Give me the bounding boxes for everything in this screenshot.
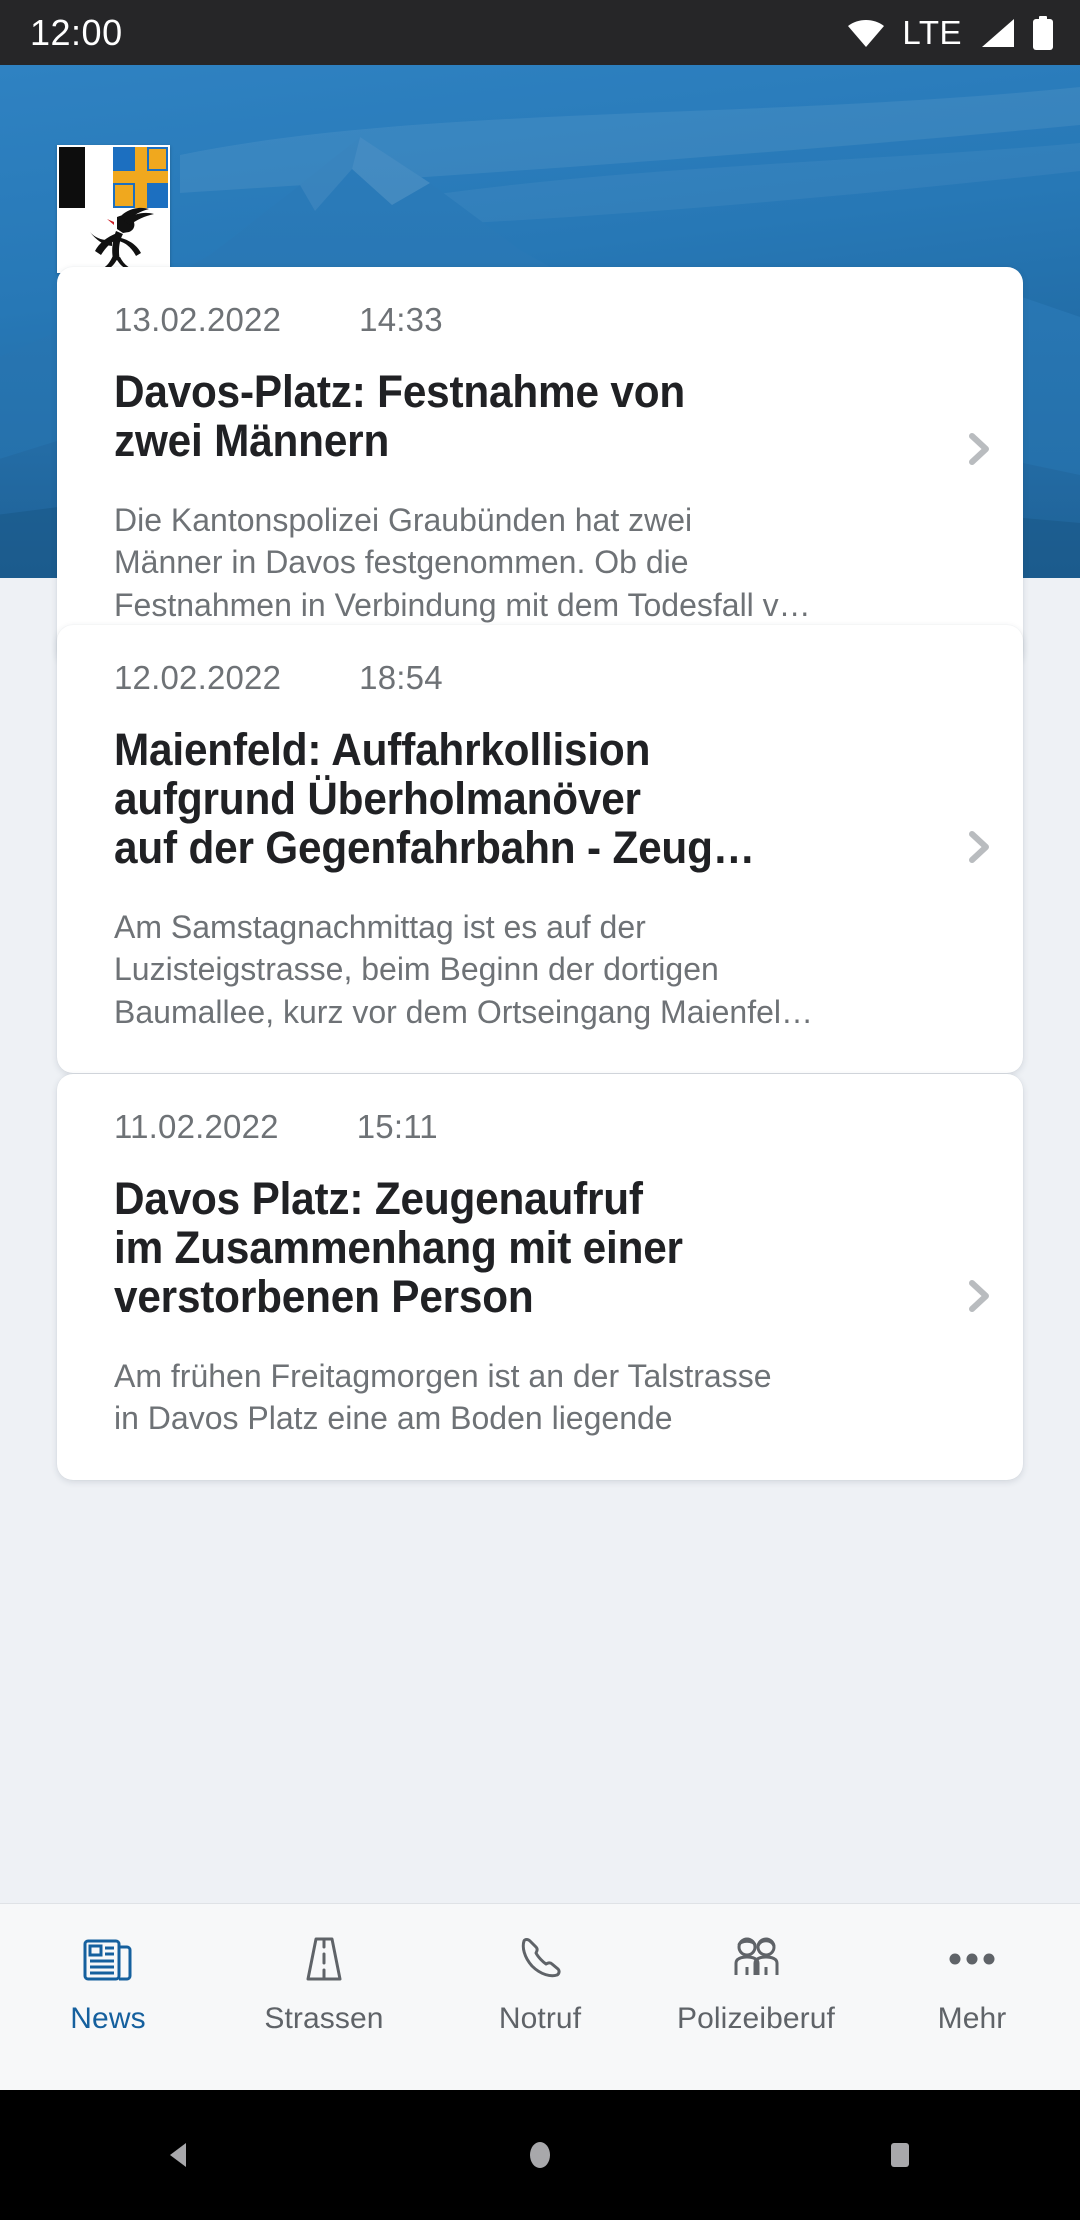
- news-list: 13.02.2022 14:33 Davos-Platz: Festnahme …: [0, 65, 1080, 1903]
- news-time: 14:33: [359, 301, 443, 338]
- road-icon: [296, 1930, 352, 1988]
- home-button[interactable]: [480, 2133, 600, 2177]
- news-card[interactable]: 12.02.2022 18:54 Maienfeld: Auffahrkolli…: [57, 625, 1023, 1073]
- tab-news[interactable]: News: [0, 1904, 216, 2036]
- people-icon: [728, 1930, 784, 1988]
- signal-icon: [982, 18, 1014, 47]
- news-date: 12.02.2022: [114, 659, 282, 696]
- tab-mehr[interactable]: Mehr: [864, 1904, 1080, 2036]
- chevron-right-icon[interactable]: [957, 1274, 1001, 1318]
- news-summary: Am frühen Freitagmorgen ist an der Talst…: [114, 1358, 772, 1437]
- bottom-tab-bar: News Strassen Notruf Polizeiberuf Mehr: [0, 1903, 1080, 2090]
- status-icon-group: LTE: [847, 14, 1054, 52]
- status-bar: 12:00 LTE: [0, 0, 1080, 65]
- tab-polizeiberuf[interactable]: Polizeiberuf: [648, 1904, 864, 2036]
- tab-label-mehr: Mehr: [937, 2002, 1007, 2035]
- wifi-icon: [848, 19, 885, 47]
- home-circle-icon: [530, 2142, 550, 2168]
- news-date: 11.02.2022: [114, 1108, 279, 1145]
- tab-label-notruf: Notruf: [498, 2002, 582, 2035]
- recents-button[interactable]: [840, 2133, 960, 2177]
- tab-notruf[interactable]: Notruf: [432, 1904, 648, 2036]
- chevron-right-icon[interactable]: [957, 825, 1001, 869]
- news-headline: Davos-Platz: Festnahme von zwei Männern: [114, 366, 686, 467]
- more-dots-icon: [944, 1930, 1000, 1988]
- tab-label-strassen: Strassen: [264, 2002, 384, 2035]
- tab-label-news: News: [70, 2002, 146, 2035]
- battery-icon: [1033, 15, 1053, 50]
- news-summary: Die Kantonspolizei Graubünden hat zwei M…: [114, 502, 811, 623]
- news-meta: 12.02.2022 18:54: [114, 659, 983, 697]
- newspaper-icon: [80, 1930, 136, 1988]
- tab-label-polizeiberuf: Polizeiberuf: [677, 2002, 835, 2035]
- android-navigation-bar: [0, 2090, 1080, 2220]
- news-time: 15:11: [356, 1108, 438, 1145]
- news-time: 18:54: [359, 659, 443, 696]
- network-type-label: LTE: [902, 13, 962, 51]
- news-headline: Davos Platz: Zeugenaufruf im Zusammenhan…: [114, 1173, 683, 1323]
- graubuenden-coat-of-arms-logo: [57, 145, 170, 273]
- status-clock: 12:00: [30, 11, 123, 53]
- news-meta: 13.02.2022 14:33: [114, 301, 983, 339]
- news-card[interactable]: 11.02.2022 15:11 Davos Platz: Zeugenaufr…: [57, 1074, 1023, 1480]
- phone-icon: [512, 1930, 568, 1988]
- news-date: 13.02.2022: [114, 301, 282, 338]
- tab-strassen[interactable]: Strassen: [216, 1904, 432, 2036]
- news-card[interactable]: 13.02.2022 14:33 Davos-Platz: Festnahme …: [57, 267, 1023, 666]
- news-summary: Am Samstagnachmittag ist es auf der Luzi…: [114, 909, 813, 1030]
- news-headline: Maienfeld: Auffahrkollision aufgrund Übe…: [114, 724, 755, 874]
- news-meta: 11.02.2022 15:11: [114, 1108, 983, 1146]
- back-triangle-icon: [170, 2143, 186, 2167]
- back-button[interactable]: [120, 2133, 240, 2177]
- chevron-right-icon[interactable]: [957, 427, 1001, 471]
- recents-square-icon: [891, 2143, 909, 2167]
- app-screen: 12:00 LTE 13.02.2022 14:33 Davos-Platz: …: [0, 0, 1080, 2220]
